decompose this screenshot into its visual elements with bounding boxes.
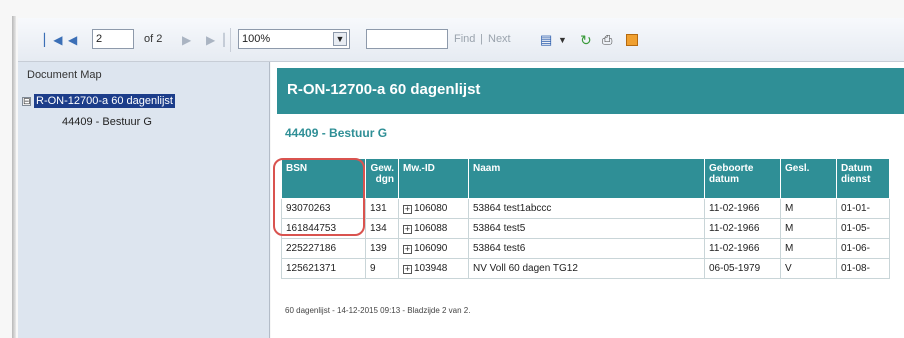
column-header-gesl: Gesl. xyxy=(780,158,837,199)
cell-naam: 53864 test6 xyxy=(468,238,705,259)
expand-icon[interactable]: + xyxy=(403,265,412,274)
expand-icon[interactable]: + xyxy=(403,245,412,254)
table-header-row: BSN Gew. dgn Mw.-ID Naam Geboorte datum … xyxy=(281,158,890,199)
document-map-panel: Document Map ⊟ R-ON-12700-a 60 dagenlijs… xyxy=(18,62,270,338)
cell-naam: 53864 test1abccc xyxy=(468,198,705,219)
find-link[interactable]: Find xyxy=(454,33,475,45)
table-row: 161844753 134 +106088 53864 test5 11-02-… xyxy=(281,218,890,239)
toolbar-separator xyxy=(230,28,231,52)
cell-mw-id: +103948 xyxy=(398,258,469,279)
cell-mw-id-value: 106080 xyxy=(414,203,448,214)
expand-icon[interactable]: + xyxy=(403,205,412,214)
cell-mw-id: +106088 xyxy=(398,218,469,239)
expand-icon[interactable]: + xyxy=(403,225,412,234)
collapse-icon[interactable]: ⊟ xyxy=(22,97,31,106)
report-title: R-ON-12700-a 60 dagenlijst xyxy=(287,81,481,98)
next-page-icon[interactable]: ▶ xyxy=(182,32,191,48)
cell-naam: 53864 test5 xyxy=(468,218,705,239)
cell-naam: NV Voll 60 dagen TG12 xyxy=(468,258,705,279)
docmap-item-group[interactable]: 44409 - Bestuur G xyxy=(62,116,152,128)
cell-gew-dgn: 134 xyxy=(365,218,399,239)
cell-bsn: 225227186 xyxy=(281,238,366,259)
report-footer: 60 dagenlijst - 14-12-2015 09:13 - Bladz… xyxy=(285,306,471,315)
last-page-icon[interactable]: ▶▕ xyxy=(206,32,224,48)
table-row: 225227186 139 +106090 53864 test6 11-02-… xyxy=(281,238,890,259)
cell-mw-id-value: 103948 xyxy=(414,263,448,274)
zoom-select[interactable]: 100% ▼ xyxy=(238,29,350,49)
bsn-highlight-annotation xyxy=(273,158,365,236)
cell-geboorte-datum: 11-02-1966 xyxy=(704,238,781,259)
column-header-naam: Naam xyxy=(468,158,705,199)
page-total: of 2 xyxy=(144,33,163,45)
cell-gew-dgn: 131 xyxy=(365,198,399,219)
first-page-icon[interactable]: ▏◀ xyxy=(44,32,62,48)
previous-page-icon[interactable]: ◀ xyxy=(68,32,77,48)
export-dropdown-icon[interactable]: ▼ xyxy=(558,32,567,48)
cell-gew-dgn: 9 xyxy=(365,258,399,279)
document-map-header: Document Map xyxy=(27,69,102,81)
cell-mw-id: +106090 xyxy=(398,238,469,259)
table-row: 93070263 131 +106080 53864 test1abccc 11… xyxy=(281,198,890,219)
current-page-input[interactable] xyxy=(92,29,134,49)
report-viewer-window: ▏◀ ◀ of 2 ▶ ▶▕ 100% ▼ Find | Next ▤ ▼ ↻ … xyxy=(0,0,904,338)
report-body: R-ON-12700-a 60 dagenlijst 44409 - Bestu… xyxy=(271,62,904,338)
cell-gesl: M xyxy=(780,198,837,219)
cell-gew-dgn: 139 xyxy=(365,238,399,259)
report-toolbar: ▏◀ ◀ of 2 ▶ ▶▕ 100% ▼ Find | Next ▤ ▼ ↻ … xyxy=(18,18,904,62)
find-separator: | xyxy=(480,33,483,45)
report-title-bar: R-ON-12700-a 60 dagenlijst xyxy=(277,68,904,114)
cell-gesl: M xyxy=(780,218,837,239)
cell-gesl: V xyxy=(780,258,837,279)
cell-datum-dienst: 01-06- xyxy=(836,238,890,259)
group-title: 44409 - Bestuur G xyxy=(285,126,388,140)
print-layout-icon[interactable] xyxy=(626,34,638,46)
cell-mw-id-value: 106090 xyxy=(414,243,448,254)
cell-geboorte-datum: 06-05-1979 xyxy=(704,258,781,279)
cell-gesl: M xyxy=(780,238,837,259)
print-icon[interactable]: ⎙ xyxy=(602,32,612,48)
cell-bsn: 125621371 xyxy=(281,258,366,279)
table-row: 125621371 9 +103948 NV Voll 60 dagen TG1… xyxy=(281,258,890,279)
zoom-value: 100% xyxy=(242,33,271,45)
docmap-item-root[interactable]: R-ON-12700-a 60 dagenlijst xyxy=(34,94,175,108)
chevron-down-icon[interactable]: ▼ xyxy=(333,32,347,46)
find-input[interactable] xyxy=(366,29,448,49)
cell-geboorte-datum: 11-02-1966 xyxy=(704,198,781,219)
column-header-gew-dgn: Gew. dgn xyxy=(365,158,399,199)
column-header-mw-id: Mw.-ID xyxy=(398,158,469,199)
cell-datum-dienst: 01-01- xyxy=(836,198,890,219)
cell-datum-dienst: 01-08- xyxy=(836,258,890,279)
refresh-icon[interactable]: ↻ xyxy=(580,32,592,48)
cell-mw-id-value: 106088 xyxy=(414,223,448,234)
window-edge xyxy=(12,16,16,338)
export-icon[interactable]: ▤ xyxy=(540,32,552,48)
data-table: BSN Gew. dgn Mw.-ID Naam Geboorte datum … xyxy=(281,158,890,279)
column-header-datum-dienst: Datum dienst xyxy=(836,158,890,199)
cell-mw-id: +106080 xyxy=(398,198,469,219)
next-link[interactable]: Next xyxy=(488,33,511,45)
column-header-geboorte-datum: Geboorte datum xyxy=(704,158,781,199)
cell-geboorte-datum: 11-02-1966 xyxy=(704,218,781,239)
cell-datum-dienst: 01-05- xyxy=(836,218,890,239)
